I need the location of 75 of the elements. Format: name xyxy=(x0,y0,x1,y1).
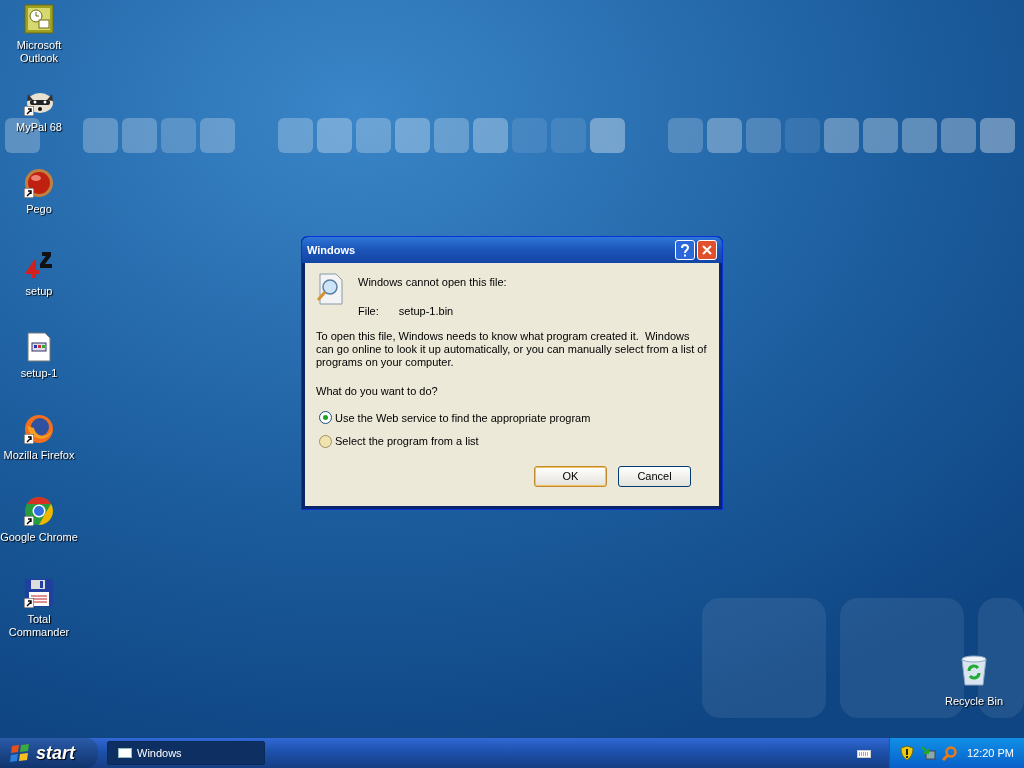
desktop-icon-image[interactable] xyxy=(24,332,54,362)
wallpaper-tile xyxy=(200,118,235,153)
close-icon xyxy=(702,245,712,255)
wallpaper-tile xyxy=(317,118,352,153)
close-button[interactable] xyxy=(697,240,717,260)
wallpaper-tile xyxy=(122,118,157,153)
desktop-icon-image[interactable] xyxy=(24,168,54,198)
desktop-icon-label[interactable]: Microsoft Outlook xyxy=(0,39,78,65)
dialog-button[interactable]: OK xyxy=(534,465,607,487)
clock: 12:20 PM xyxy=(966,745,1014,761)
window-icon xyxy=(118,748,132,758)
document-icon xyxy=(24,332,54,362)
wallpaper-tile xyxy=(902,118,937,153)
installer-icon xyxy=(24,250,54,280)
window-title: Windows xyxy=(307,242,356,258)
wallpaper-tile xyxy=(824,118,859,153)
help-button[interactable] xyxy=(675,240,695,260)
wallpaper-tile xyxy=(551,118,586,153)
shortcut-arrow-icon xyxy=(24,434,34,444)
radio-option[interactable]: Use the Web service to find the appropriate program xyxy=(319,409,708,426)
desktop-icon-label[interactable]: Recycle Bin xyxy=(944,693,1004,710)
windows-flag-icon xyxy=(10,744,30,762)
desktop-icon-image[interactable] xyxy=(24,578,54,608)
radio-option[interactable]: Select the program from a list xyxy=(319,433,708,450)
recycle-bin-icon xyxy=(959,655,989,687)
network-icon[interactable] xyxy=(919,745,936,761)
shortcut-arrow-icon xyxy=(24,516,34,526)
desktop-icon-image[interactable] xyxy=(24,496,54,526)
desktop-icon-label[interactable]: Total Commander xyxy=(0,613,78,639)
wallpaper-tile xyxy=(707,118,742,153)
wallpaper-tile xyxy=(941,118,976,153)
fox-globe-icon xyxy=(24,414,54,444)
orb-icon xyxy=(24,168,54,198)
radio-button[interactable] xyxy=(319,411,332,425)
wallpaper-tile xyxy=(356,118,391,153)
start-button[interactable]: start xyxy=(0,738,98,768)
file-name: setup-1.bin xyxy=(398,303,454,319)
taskbar-button[interactable]: Windows xyxy=(107,741,265,765)
wallpaper-tile xyxy=(746,118,781,153)
wallpaper-tile xyxy=(473,118,508,153)
wallpaper-tile xyxy=(590,118,625,153)
calendar-clock-icon xyxy=(24,4,54,34)
wallpaper-tile xyxy=(863,118,898,153)
wallpaper-tile xyxy=(785,118,820,153)
desktop-icon-label[interactable]: setup xyxy=(25,285,53,298)
dialog-button[interactable]: Cancel xyxy=(618,465,691,487)
message-text: Windows cannot open this file: xyxy=(358,275,507,290)
question-text: What do you want to do? xyxy=(316,384,439,399)
shortcut-arrow-icon xyxy=(24,188,34,198)
wallpaper-tile xyxy=(83,118,118,153)
browser-wheel-icon xyxy=(24,496,54,526)
wallpaper-tile xyxy=(395,118,430,153)
radio-label: Use the Web service to find the appropriate program xyxy=(335,410,591,426)
wallpaper-tile xyxy=(668,118,703,153)
shield-icon[interactable] xyxy=(899,745,914,761)
desktop-icon-label[interactable]: setup-1 xyxy=(20,367,58,380)
desktop-icon-label[interactable]: Pego xyxy=(26,203,52,216)
help-icon xyxy=(680,243,690,257)
document-search-icon xyxy=(316,273,346,305)
wallpaper-tile xyxy=(161,118,196,153)
desktop-icon-image[interactable] xyxy=(24,414,54,444)
file-label: File: xyxy=(358,303,379,319)
desktop-icon-label[interactable]: MyPal 68 xyxy=(16,121,62,134)
radio-label: Select the program from a list xyxy=(335,434,479,449)
radio-button[interactable] xyxy=(319,434,332,448)
keyboard-icon[interactable] xyxy=(856,748,871,758)
shortcut-arrow-icon xyxy=(24,106,34,116)
wallpaper-tile xyxy=(434,118,469,153)
desktop-icon-label[interactable]: Mozilla Firefox xyxy=(3,449,75,462)
desktop-icon-label[interactable]: Google Chrome xyxy=(0,531,78,544)
wallpaper-tile xyxy=(278,118,313,153)
desktop-icon-image[interactable] xyxy=(24,4,54,34)
explanation-text: To open this file, Windows needs to know what program created it. Windows can go online to look it up automatically, or you can manually select from a list of programs on your computer. xyxy=(316,330,708,369)
wallpaper-tile xyxy=(980,118,1015,153)
shortcut-arrow-icon xyxy=(24,598,34,608)
